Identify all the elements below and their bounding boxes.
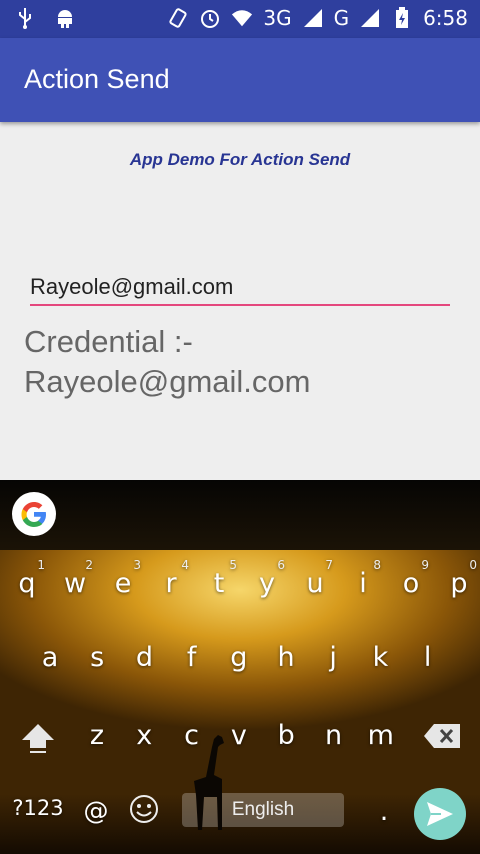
key-label: x: [136, 720, 153, 751]
at-key[interactable]: @: [72, 796, 120, 825]
key-label: l: [423, 642, 432, 673]
key-label: e: [114, 568, 132, 599]
key-h[interactable]: h: [262, 642, 310, 673]
key-label: t: [213, 568, 225, 599]
key-r[interactable]: r4: [147, 558, 195, 599]
key-label: u: [306, 568, 324, 599]
key-g[interactable]: g: [215, 642, 263, 673]
network-type-1: 3G: [263, 6, 292, 30]
rotate-icon: [167, 6, 189, 30]
key-label: i: [359, 568, 367, 599]
signal-icon: [359, 6, 381, 30]
network-type-2: G: [333, 6, 350, 30]
key-s[interactable]: s: [73, 642, 121, 673]
key-label: n: [324, 720, 343, 751]
key-m[interactable]: m: [357, 720, 405, 751]
shift-key[interactable]: [14, 720, 62, 761]
soft-keyboard: q1w2e3r4t5y6u7i8o9p0 asdfghjkl zxcvbnm ?…: [0, 480, 480, 854]
key-e[interactable]: e3: [99, 558, 147, 599]
key-number-hint: 4: [181, 558, 189, 572]
key-n[interactable]: n: [310, 720, 358, 751]
key-z[interactable]: z: [73, 720, 121, 751]
key-label: m: [367, 720, 394, 751]
key-x[interactable]: x: [120, 720, 168, 751]
key-number-hint: 2: [85, 558, 93, 572]
key-label: f: [186, 642, 197, 673]
key-j[interactable]: j: [309, 642, 357, 673]
key-f[interactable]: f: [168, 642, 216, 673]
key-label: r: [165, 568, 177, 599]
clock: 6:58: [423, 6, 468, 30]
key-w[interactable]: w2: [51, 558, 99, 599]
battery-icon: [391, 6, 413, 30]
key-i[interactable]: i8: [339, 558, 387, 599]
alarm-icon: [199, 6, 221, 30]
key-label: p: [450, 568, 468, 599]
period-key[interactable]: .: [360, 796, 408, 827]
key-number-hint: 6: [277, 558, 285, 572]
key-number-hint: 8: [373, 558, 381, 572]
credential-value: Rayeole@gmail.com: [24, 364, 311, 399]
key-k[interactable]: k: [356, 642, 404, 673]
android-icon: [54, 6, 76, 30]
page-subtitle: App Demo For Action Send: [129, 150, 351, 169]
key-q[interactable]: q1: [3, 558, 51, 599]
key-o[interactable]: o9: [387, 558, 435, 599]
giraffe-silhouette: [188, 735, 232, 835]
keyboard-background-sky: [0, 480, 480, 550]
email-field[interactable]: [30, 270, 450, 306]
key-y[interactable]: y6: [243, 558, 291, 599]
emoji-key[interactable]: [120, 794, 168, 831]
key-label: o: [402, 568, 420, 599]
key-label: h: [277, 642, 295, 673]
send-key[interactable]: [414, 788, 466, 840]
credential-label: Credential :-: [24, 324, 193, 359]
key-u[interactable]: u7: [291, 558, 339, 599]
key-number-hint: 3: [133, 558, 141, 572]
app-bar: Action Send: [0, 38, 480, 122]
key-label: v: [230, 720, 247, 751]
usb-icon: [14, 6, 36, 30]
key-label: z: [89, 720, 105, 751]
key-label: y: [259, 568, 275, 599]
signal-icon: [302, 6, 324, 30]
key-number-hint: 1: [37, 558, 45, 572]
key-label: s: [90, 642, 105, 673]
key-p[interactable]: p0: [435, 558, 480, 599]
app-title: Action Send: [24, 64, 170, 94]
credential-text: Credential :- Rayeole@gmail.com: [24, 322, 464, 402]
symbols-key[interactable]: ?123: [8, 796, 68, 820]
key-label: g: [230, 642, 248, 673]
backspace-key[interactable]: [418, 722, 466, 757]
key-label: w: [63, 568, 87, 599]
key-l[interactable]: l: [404, 642, 452, 673]
wifi-icon: [231, 6, 253, 30]
key-d[interactable]: d: [120, 642, 168, 673]
key-label: j: [329, 642, 337, 673]
key-label: k: [372, 642, 389, 673]
status-bar: 3G G 6:58: [0, 0, 480, 38]
key-label: a: [41, 642, 59, 673]
key-t[interactable]: t5: [195, 558, 243, 599]
key-number-hint: 7: [325, 558, 333, 572]
key-a[interactable]: a: [26, 642, 74, 673]
key-label: b: [277, 720, 295, 751]
key-b[interactable]: b: [262, 720, 310, 751]
key-label: d: [135, 642, 153, 673]
key-number-hint: 9: [421, 558, 429, 572]
key-label: q: [18, 568, 36, 599]
key-number-hint: 0: [469, 558, 477, 572]
key-number-hint: 5: [229, 558, 237, 572]
google-icon[interactable]: [12, 492, 56, 536]
